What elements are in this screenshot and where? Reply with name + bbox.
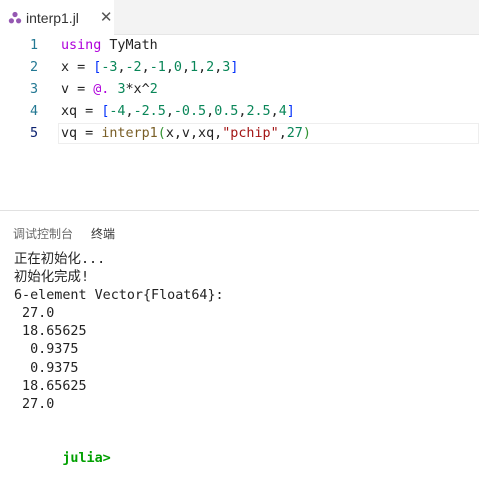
terminal-output[interactable]: 正在初始化... 初始化完成! 6-element Vector{Float64… [14, 251, 474, 466]
code-text: x = [-3,-2,-1,0,1,2,3] [61, 57, 238, 79]
terminal-line: 18.65625 [14, 378, 87, 394]
code-token: 2 [149, 82, 158, 97]
code-token: , [165, 104, 174, 119]
code-token: xq = [61, 104, 102, 119]
code-token: 1 [190, 60, 199, 75]
code-token: TyMath [101, 38, 158, 53]
code-token: 2.5 [246, 104, 271, 119]
code-token: "pchip" [222, 126, 279, 141]
code-token: 0 [173, 60, 182, 75]
terminal-line: 正在初始化... [14, 252, 106, 267]
tab-title: interp1.jl [26, 9, 79, 26]
code-token: -3 [101, 60, 118, 75]
code-text: v = @. 3*x^2 [61, 79, 158, 101]
code-token: , [181, 60, 190, 75]
julia-dots-icon [8, 11, 22, 23]
terminal-line: 6-element Vector{Float64}: [14, 288, 224, 304]
code-token: , [278, 126, 287, 141]
code-token: interp1 [101, 126, 158, 141]
code-line[interactable]: 3v = @. 3*x^2 [0, 79, 479, 101]
code-token: ] [286, 104, 295, 119]
code-token: 4 [278, 104, 287, 119]
tab-terminal[interactable]: 终端 [91, 225, 115, 242]
code-token: -0.5 [173, 104, 207, 119]
terminal-line: 27.0 [14, 306, 55, 322]
editor-tab-bar: interp1.jl ✕ [0, 0, 479, 35]
code-token: vq = [61, 126, 102, 141]
code-token: using [61, 38, 102, 53]
julia-prompt: julia> [62, 450, 111, 466]
code-token: , [117, 60, 126, 75]
code-text: using TyMath [61, 35, 158, 57]
line-number: 4 [29, 104, 38, 119]
terminal-line: 初始化完成! [14, 270, 90, 286]
code-token: , [198, 60, 207, 75]
terminal-line: 0.9375 [14, 360, 79, 376]
bottom-panel: 调试控制台 终端 正在初始化... 初始化完成! 6-element Vecto… [0, 210, 479, 472]
code-line[interactable]: 2x = [-3,-2,-1,0,1,2,3] [0, 57, 479, 79]
line-number: 5 [29, 126, 38, 141]
code-token: 2 [206, 60, 215, 75]
code-token: -2.5 [133, 104, 166, 119]
code-token: x,v,xq, [165, 126, 223, 141]
code-line[interactable]: 4 xq = [-4,-2.5,-0.5,0.5,2.5,4] [0, 101, 479, 123]
code-token: , [141, 60, 150, 75]
terminal-prompt-line[interactable]: julia> [14, 432, 474, 466]
code-token: 27 [286, 126, 303, 141]
code-line[interactable]: 5 vq = interp1(x,v,xq,"pchip",27) [0, 123, 479, 145]
terminal-line: 18.65625 [14, 324, 87, 340]
line-number: 2 [29, 60, 38, 75]
code-token: , [125, 104, 134, 119]
code-token: ] [230, 60, 239, 75]
code-token: ( [157, 126, 166, 141]
code-token: 3 [117, 82, 126, 97]
code-token: , [206, 104, 215, 119]
line-number: 3 [29, 82, 38, 97]
line-number: 1 [29, 38, 38, 53]
code-token: v = [61, 82, 94, 97]
code-editor[interactable]: 1 using TyMath 2 x = [-3,-2,-1,0,1,2,3] 3 v =… [0, 35, 479, 210]
code-token: 0.5 [214, 104, 239, 119]
terminal-line: 0.9375 [14, 342, 79, 358]
code-token: x = [61, 60, 94, 75]
code-token: -4 [109, 104, 126, 119]
code-token: , [270, 104, 279, 119]
code-text: xq = [-4,-2.5,-0.5,0.5,2.5,4] [61, 101, 295, 123]
code-token: *x^ [125, 82, 150, 97]
code-token: -2 [125, 60, 142, 75]
code-token: , [165, 60, 174, 75]
terminal-line: 27.0 [14, 396, 55, 412]
close-icon[interactable]: ✕ [100, 10, 113, 25]
code-text: vq = interp1(x,v,xq,"pchip",27) [61, 123, 311, 145]
tab-debug-console[interactable]: 调试控制台 [13, 225, 73, 242]
tab-interp1[interactable]: interp1.jl ✕ [0, 0, 114, 35]
code-token: -1 [149, 60, 166, 75]
code-token: ) [302, 126, 311, 141]
code-token: @. [93, 82, 110, 97]
code-line[interactable]: 1 using TyMath [0, 35, 479, 57]
